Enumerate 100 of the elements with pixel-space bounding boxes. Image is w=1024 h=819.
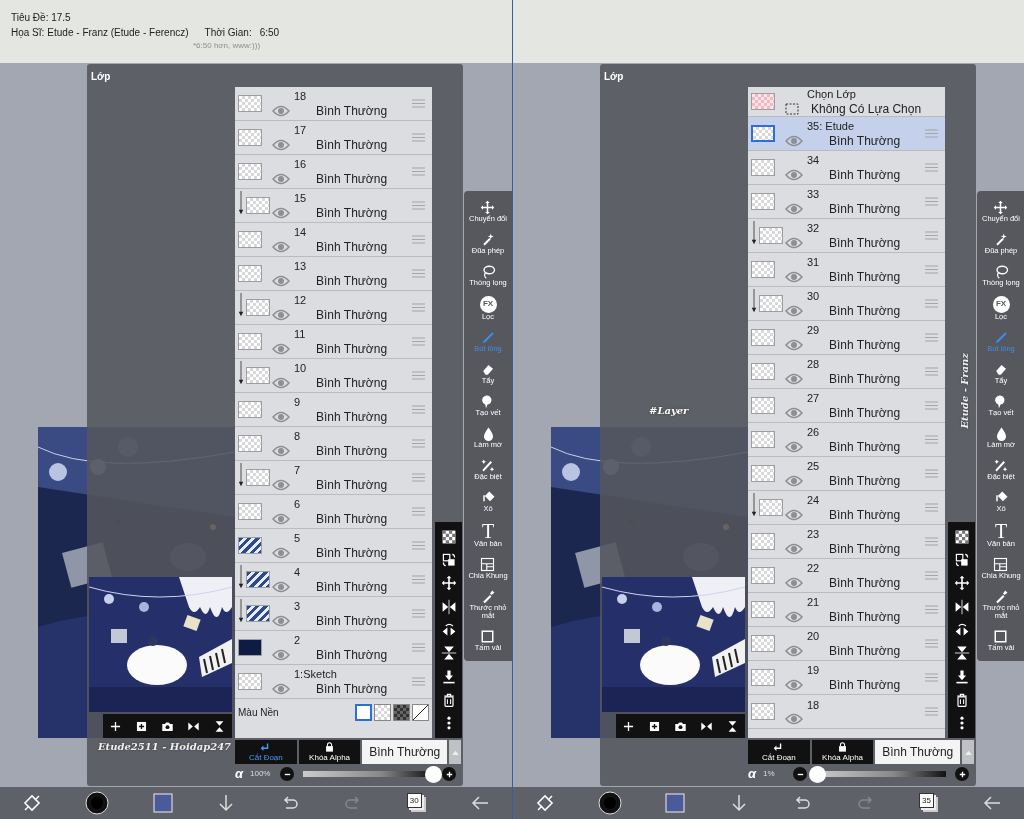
- eye-icon[interactable]: [272, 375, 290, 390]
- layer-row[interactable]: 24 Bình Thường: [748, 491, 945, 525]
- eye-icon[interactable]: [785, 575, 803, 590]
- eye-icon[interactable]: [272, 307, 290, 322]
- layer-row[interactable]: 19 Bình Thường: [748, 661, 945, 695]
- eye-icon[interactable]: [785, 507, 803, 522]
- layer-row[interactable]: 1:Sketch Bình Thường: [235, 665, 432, 699]
- drag-handle-icon[interactable]: [925, 197, 938, 206]
- checker-icon[interactable]: [440, 528, 457, 545]
- eye-icon[interactable]: [272, 647, 290, 662]
- drag-handle-icon[interactable]: [925, 435, 938, 444]
- blend-mode-dropdown[interactable]: Bình Thường: [875, 740, 961, 764]
- eye-icon[interactable]: [785, 405, 803, 420]
- layer-row[interactable]: 21 Bình Thường: [748, 593, 945, 627]
- layer-row[interactable]: 10 Bình Thường: [235, 359, 432, 393]
- eye-icon[interactable]: [785, 201, 803, 216]
- alpha-lock-button[interactable]: Khóa Alpha: [811, 740, 874, 764]
- brush-color-button[interactable]: [85, 791, 110, 815]
- drag-handle-icon[interactable]: [925, 163, 938, 172]
- plus-button[interactable]: [442, 767, 456, 781]
- drag-handle-icon[interactable]: [925, 367, 938, 376]
- layer-row[interactable]: 33 Bình Thường: [748, 185, 945, 219]
- background-swatch[interactable]: [412, 703, 429, 721]
- clip-button[interactable]: Cắt Đoạn: [235, 740, 297, 764]
- eye-icon[interactable]: [785, 167, 803, 182]
- layer-row[interactable]: 32 Bình Thường: [748, 219, 945, 253]
- layer-row[interactable]: 30 Bình Thường: [748, 287, 945, 321]
- flip-icon[interactable]: [953, 598, 970, 615]
- eye-icon[interactable]: [785, 711, 803, 726]
- brush-color-button[interactable]: [598, 791, 623, 815]
- layer-row[interactable]: 13 Bình Thường: [235, 257, 432, 291]
- layer-row[interactable]: 6 Bình Thường: [235, 495, 432, 529]
- eye-icon[interactable]: [785, 473, 803, 488]
- drag-handle-icon[interactable]: [412, 371, 425, 380]
- eye-icon[interactable]: [785, 235, 803, 250]
- drag-handle-icon[interactable]: [925, 503, 938, 512]
- drag-handle-icon[interactable]: [925, 571, 938, 580]
- layer-row[interactable]: 20 Bình Thường: [748, 627, 945, 661]
- alpha-lock-button[interactable]: Khóa Alpha: [298, 740, 361, 764]
- eye-icon[interactable]: [785, 337, 803, 352]
- layer-row[interactable]: 28 Bình Thường: [748, 355, 945, 389]
- background-swatch[interactable]: [393, 703, 410, 721]
- drag-handle-icon[interactable]: [925, 673, 938, 682]
- rotate-icon[interactable]: [953, 621, 970, 638]
- drag-handle-icon[interactable]: [925, 231, 938, 240]
- drag-handle-icon[interactable]: [925, 333, 938, 342]
- drag-handle-icon[interactable]: [925, 605, 938, 614]
- layer-row[interactable]: 29 Bình Thường: [748, 321, 945, 355]
- eye-icon[interactable]: [272, 409, 290, 424]
- eye-icon[interactable]: [272, 681, 290, 696]
- eye-icon[interactable]: [272, 443, 290, 458]
- move-icon[interactable]: [953, 575, 970, 592]
- swap-icon[interactable]: [953, 552, 970, 568]
- layer-row[interactable]: 23 Bình Thường: [748, 525, 945, 559]
- drag-handle-icon[interactable]: [412, 405, 425, 414]
- eye-icon[interactable]: [272, 273, 290, 288]
- drag-handle-icon[interactable]: [925, 469, 938, 478]
- transform-icon[interactable]: [534, 793, 555, 813]
- eye-icon[interactable]: [785, 371, 803, 386]
- layer-row[interactable]: 17 Bình Thường: [235, 121, 432, 155]
- drag-handle-icon[interactable]: [412, 201, 425, 210]
- rotate-icon[interactable]: [440, 621, 457, 638]
- eye-icon[interactable]: [785, 439, 803, 454]
- eye-icon[interactable]: [785, 609, 803, 624]
- merge-down-icon[interactable]: [953, 668, 970, 685]
- layer-row[interactable]: 4 Bình Thường: [235, 563, 432, 597]
- eye-icon[interactable]: [272, 137, 290, 152]
- background-swatch[interactable]: [355, 703, 372, 721]
- background-swatch[interactable]: [374, 703, 391, 721]
- drag-handle-icon[interactable]: [412, 235, 425, 244]
- layer-row[interactable]: 2 Bình Thường: [235, 631, 432, 665]
- drag-handle-icon[interactable]: [412, 609, 425, 618]
- drag-handle-icon[interactable]: [925, 299, 938, 308]
- clip-button[interactable]: Cắt Đoạn: [748, 740, 810, 764]
- layer-row[interactable]: 18: [748, 695, 945, 729]
- drag-handle-icon[interactable]: [412, 439, 425, 448]
- swap-icon[interactable]: [440, 552, 457, 568]
- flip-vertical-icon[interactable]: [953, 645, 970, 662]
- drag-handle-icon[interactable]: [925, 401, 938, 410]
- eye-icon[interactable]: [272, 477, 290, 492]
- flip-icon[interactable]: [440, 598, 457, 615]
- drag-handle-icon[interactable]: [412, 99, 425, 108]
- eye-icon[interactable]: [785, 269, 803, 284]
- drag-handle-icon[interactable]: [412, 643, 425, 652]
- layer-row[interactable]: 25 Bình Thường: [748, 457, 945, 491]
- layer-row[interactable]: 14 Bình Thường: [235, 223, 432, 257]
- layer-row[interactable]: 11 Bình Thường: [235, 325, 432, 359]
- drag-handle-icon[interactable]: [412, 303, 425, 312]
- eye-icon[interactable]: [272, 239, 290, 254]
- eye-icon[interactable]: [272, 579, 290, 594]
- layer-row[interactable]: 34 Bình Thường: [748, 151, 945, 185]
- merge-down-icon[interactable]: [440, 668, 457, 685]
- color-swatch[interactable]: [152, 793, 173, 813]
- drag-handle-icon[interactable]: [412, 133, 425, 142]
- drag-handle-icon[interactable]: [925, 129, 938, 138]
- layer-row[interactable]: 26 Bình Thường: [748, 423, 945, 457]
- drag-handle-icon[interactable]: [925, 265, 938, 274]
- slider-thumb[interactable]: [809, 765, 827, 783]
- eye-icon[interactable]: [272, 341, 290, 356]
- eye-icon[interactable]: [272, 171, 290, 186]
